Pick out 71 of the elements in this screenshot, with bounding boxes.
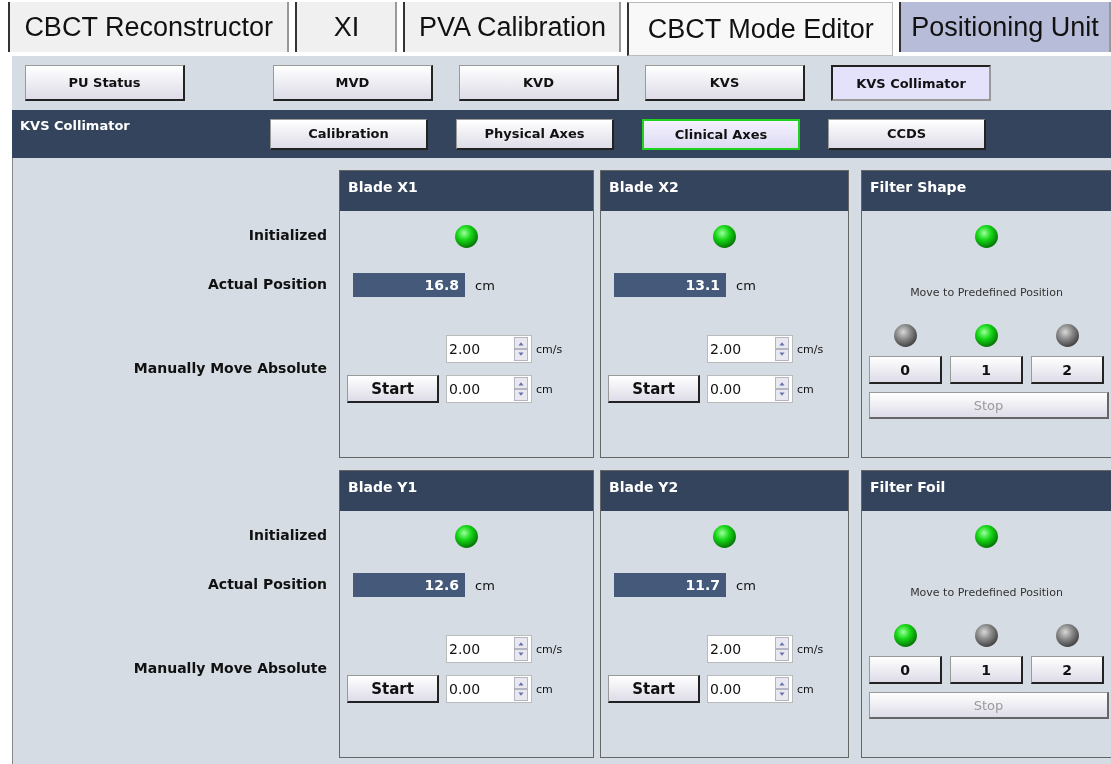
unit-label: cm <box>536 382 553 396</box>
unit-label: cm/s <box>536 642 563 656</box>
nav-button[interactable]: KVD <box>459 65 619 101</box>
speed-field[interactable]: 2.00 <box>707 335 793 363</box>
unit-label: cm <box>475 577 495 593</box>
tab[interactable]: PVA Calibration <box>403 2 622 52</box>
start-button[interactable]: Start <box>608 675 700 703</box>
field-label: Initialized <box>248 227 327 243</box>
unit-label: cm <box>475 277 495 293</box>
spinner-arrows-icon[interactable] <box>774 637 790 661</box>
field-label: Manually Move Absolute <box>133 660 327 676</box>
spinner-arrows-icon[interactable] <box>513 637 529 661</box>
spinner-arrows-icon[interactable] <box>774 677 790 701</box>
speed-field[interactable]: 2.00 <box>446 335 532 363</box>
unit-label: cm <box>736 577 756 593</box>
preset-button[interactable]: 2 <box>1031 656 1104 684</box>
nav-button[interactable]: MVD <box>273 65 433 101</box>
unit-label: cm <box>536 682 553 696</box>
preset-button[interactable]: 2 <box>1031 356 1104 384</box>
preset-button[interactable]: 1 <box>950 356 1023 384</box>
section-title: KVS Collimator <box>19 118 131 133</box>
panel-title: Blade X2 <box>609 179 679 195</box>
position-readout: 16.8 <box>353 273 465 297</box>
unit-label: cm <box>797 382 814 396</box>
spinner-arrows-icon[interactable] <box>513 337 529 361</box>
target-field[interactable]: 0.00 <box>707 375 793 403</box>
speed-field[interactable]: 2.00 <box>707 635 793 663</box>
panel-title: Blade Y1 <box>348 479 418 495</box>
start-button[interactable]: Start <box>608 375 700 403</box>
target-field[interactable]: 0.00 <box>707 675 793 703</box>
panel-title: Filter Foil <box>870 479 946 495</box>
unit-label: cm/s <box>797 642 824 656</box>
nav-button[interactable]: KVS Collimator <box>831 65 991 101</box>
position-readout: 13.1 <box>614 273 726 297</box>
nav-button[interactable]: PU Status <box>25 65 185 101</box>
sub-tab-button[interactable]: Clinical Axes <box>642 118 800 150</box>
instruction-text: Move to Predefined Position <box>910 585 1063 599</box>
position-readout: 11.7 <box>614 573 726 597</box>
target-field[interactable]: 0.00 <box>446 375 532 403</box>
start-button[interactable]: Start <box>347 675 439 703</box>
instruction-text: Move to Predefined Position <box>910 285 1063 299</box>
unit-label: cm <box>797 682 814 696</box>
spinner-arrows-icon[interactable] <box>513 377 529 401</box>
position-readout: 12.6 <box>353 573 465 597</box>
panel-title: Filter Shape <box>870 179 967 195</box>
tab[interactable]: XI <box>295 2 398 52</box>
unit-label: cm/s <box>797 342 824 356</box>
field-label: Manually Move Absolute <box>133 360 327 376</box>
panel-title: Blade Y2 <box>609 479 679 495</box>
panel-title: Blade X1 <box>348 179 418 195</box>
preset-button[interactable]: 0 <box>869 356 942 384</box>
nav-button[interactable]: KVS <box>645 65 805 101</box>
spinner-arrows-icon[interactable] <box>513 677 529 701</box>
tab[interactable]: CBCT Mode Editor <box>627 2 893 56</box>
target-field[interactable]: 0.00 <box>446 675 532 703</box>
field-label: Initialized <box>248 527 327 543</box>
sub-tab-button[interactable]: Calibration <box>270 118 428 150</box>
preset-button[interactable]: 1 <box>950 656 1023 684</box>
unit-label: cm/s <box>536 342 563 356</box>
spinner-arrows-icon[interactable] <box>774 377 790 401</box>
start-button[interactable]: Start <box>347 375 439 403</box>
tab[interactable]: Positioning Unit <box>898 2 1111 52</box>
field-label: Actual Position <box>208 576 327 592</box>
speed-field[interactable]: 2.00 <box>446 635 532 663</box>
sub-tab-button[interactable]: Physical Axes <box>456 118 614 150</box>
tab[interactable]: CBCT Reconstructor <box>8 2 290 52</box>
sub-tab-button[interactable]: CCDS <box>828 118 986 150</box>
unit-label: cm <box>736 277 756 293</box>
spinner-arrows-icon[interactable] <box>774 337 790 361</box>
field-label: Actual Position <box>208 276 327 292</box>
preset-button[interactable]: 0 <box>869 656 942 684</box>
